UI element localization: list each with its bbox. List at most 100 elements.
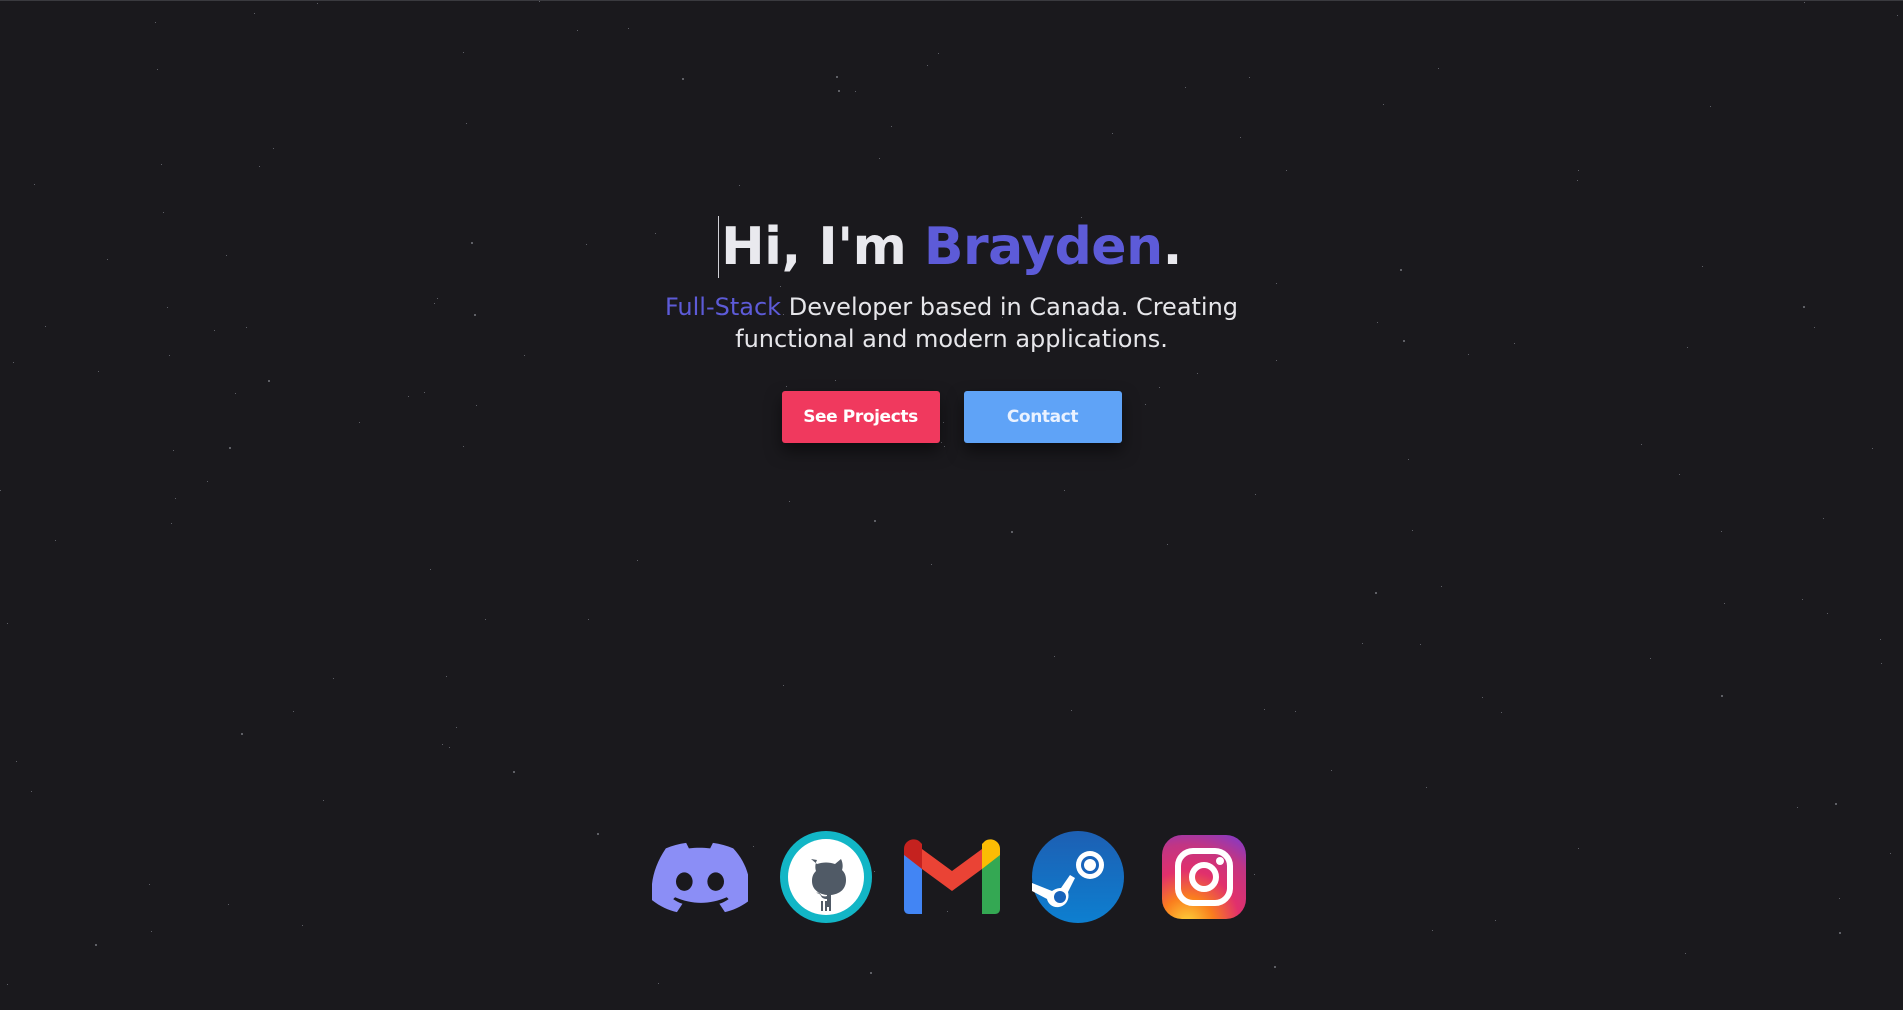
star-dot (1264, 709, 1265, 710)
star-dot (207, 481, 208, 482)
star-dot (1167, 544, 1168, 545)
star-dot (1408, 459, 1409, 460)
hero-greeting: Hi, I'm (721, 217, 924, 277)
star-dot (34, 184, 35, 185)
star-dot (1420, 644, 1421, 645)
star-dot (1577, 180, 1578, 181)
star-dot (161, 164, 162, 165)
star-dot (1501, 712, 1502, 713)
star-dot (836, 76, 838, 78)
star-dot (1071, 710, 1072, 711)
star-dot (485, 619, 486, 620)
star-dot (456, 727, 457, 728)
star-dot (1432, 930, 1433, 931)
hero-name: Brayden (923, 217, 1163, 277)
star-dot (874, 520, 876, 522)
star-dot (838, 90, 840, 92)
see-projects-button[interactable]: See Projects (781, 391, 940, 443)
star-dot (789, 501, 790, 502)
star-dot (1412, 530, 1413, 531)
gmail-link[interactable] (903, 829, 1000, 925)
star-dot (739, 185, 740, 186)
star-dot (449, 747, 450, 748)
star-dot (1185, 87, 1186, 88)
star-dot (855, 91, 856, 92)
star-dot (1255, 494, 1256, 495)
gmail-icon (903, 839, 1000, 914)
star-dot (151, 931, 152, 932)
star-dot (463, 52, 464, 53)
star-dot (293, 711, 294, 712)
star-dot (466, 123, 467, 124)
star-dot (891, 126, 892, 127)
star-dot (229, 447, 231, 449)
steam-icon (1031, 831, 1124, 923)
star-dot (1064, 490, 1065, 491)
star-dot (163, 212, 164, 213)
star-dot (241, 733, 243, 735)
star-dot (637, 560, 638, 561)
star-dot (1112, 133, 1113, 134)
star-dot (931, 564, 932, 565)
star-dot (1295, 711, 1296, 712)
star-dot (16, 761, 17, 762)
star-dot (31, 791, 32, 792)
hero-section: Hi, I'm Brayden. Full-Stack Developer ba… (0, 215, 1903, 443)
tagline-text: Developer based in Canada. Creating func… (735, 293, 1239, 353)
star-dot (7, 984, 8, 985)
star-dot (259, 166, 260, 167)
star-dot (783, 685, 784, 686)
star-dot (513, 771, 515, 773)
star-dot (302, 925, 303, 926)
star-dot (1839, 932, 1841, 934)
star-dot (1872, 448, 1873, 449)
star-dot (1331, 770, 1332, 771)
star-dot (682, 78, 684, 80)
star-dot (1804, 2, 1805, 3)
star-dot (254, 13, 255, 14)
contact-button[interactable]: Contact (963, 391, 1122, 443)
star-dot (1011, 531, 1013, 533)
hero-buttons: See Projects Contact (0, 391, 1903, 443)
discord-icon (651, 842, 748, 913)
hero-tagline: Full-Stack Developer based in Canada. Cr… (642, 291, 1262, 355)
github-link[interactable] (778, 829, 874, 925)
star-dot (1679, 474, 1680, 475)
star-dot (927, 65, 928, 66)
star-dot (1426, 787, 1427, 788)
star-dot (539, 1, 540, 2)
instagram-link[interactable] (1156, 829, 1252, 925)
star-dot (1274, 966, 1276, 968)
star-dot (944, 446, 945, 447)
github-icon (779, 831, 872, 923)
star-dot (1240, 137, 1241, 138)
star-dot (155, 22, 156, 23)
tagline-accent: Full-Stack (664, 293, 782, 321)
star-dot (577, 30, 578, 31)
star-dot (1881, 663, 1882, 664)
star-dot (1641, 444, 1642, 445)
star-dot (446, 676, 447, 677)
discord-link[interactable] (651, 829, 748, 925)
star-dot (1286, 170, 1287, 171)
star-dot (1375, 592, 1377, 594)
star-dot (870, 972, 872, 974)
star-dot (1797, 807, 1798, 808)
instagram-icon (1161, 835, 1246, 919)
star-dot (323, 800, 324, 801)
star-dot (1650, 658, 1651, 659)
star-dot (1835, 803, 1837, 805)
star-dot (588, 619, 589, 620)
star-dot (273, 148, 274, 149)
star-dot (1802, 599, 1803, 600)
star-dot (1827, 613, 1828, 614)
star-dot (1710, 106, 1711, 107)
star-dot (1897, 15, 1898, 16)
steam-link[interactable] (1030, 829, 1126, 925)
star-dot (171, 523, 172, 524)
star-dot (95, 944, 97, 946)
star-dot (1362, 643, 1363, 644)
star-dot (157, 69, 158, 70)
social-links (0, 829, 1903, 925)
star-dot (1721, 531, 1722, 532)
